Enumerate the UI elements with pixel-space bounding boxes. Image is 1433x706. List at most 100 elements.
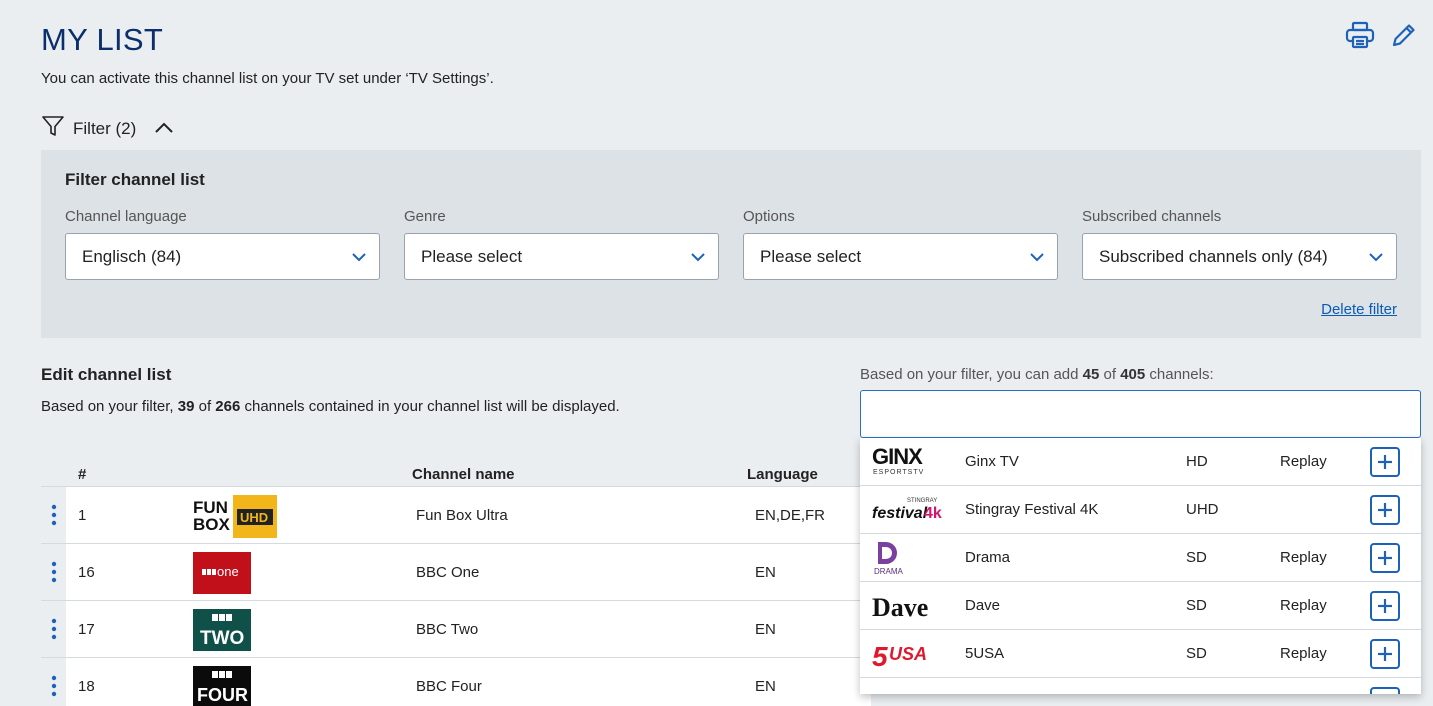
drag-handle-icon[interactable] xyxy=(41,487,66,543)
svg-text:5: 5 xyxy=(872,641,888,672)
channel-replay: Replay xyxy=(1280,453,1327,470)
total-count: 266 xyxy=(215,398,241,415)
svg-text:4k: 4k xyxy=(924,505,942,522)
filter-toggle[interactable]: Filter (2) xyxy=(41,114,174,143)
add-channel-button[interactable] xyxy=(1370,495,1400,525)
chevron-up-icon xyxy=(154,120,174,138)
channel-quality: SD xyxy=(1186,549,1207,566)
svg-text:one: one xyxy=(217,564,239,579)
channel-quality: UHD xyxy=(1186,501,1219,518)
select-value: Please select xyxy=(421,246,523,266)
list-item[interactable]: Dave Dave SD Replay xyxy=(860,582,1421,630)
delete-filter-link[interactable]: Delete filter xyxy=(1321,301,1397,318)
subscribed-channels-filter: Subscribed channels Subscribed channels … xyxy=(1082,208,1397,280)
channel-replay: Replay xyxy=(1280,549,1327,566)
table-row[interactable]: 18 FOUR BBC Four EN xyxy=(41,657,871,706)
list-item-partial[interactable] xyxy=(860,678,1421,694)
list-item[interactable]: GINX ESPORTSTV Ginx TV HD Replay xyxy=(860,438,1421,486)
top-actions xyxy=(1345,20,1419,50)
select-value: Please select xyxy=(760,246,862,266)
drag-handle-icon[interactable] xyxy=(41,601,66,657)
channel-language: EN xyxy=(755,678,776,695)
edit-channel-list-desc: Based on your filter, 39 of 266 channels… xyxy=(41,398,620,415)
chevron-down-icon xyxy=(690,247,706,267)
chevron-down-icon xyxy=(1029,247,1045,267)
add-channel-dropdown: GINX ESPORTSTV Ginx TV HD Replay STINGRA… xyxy=(860,438,1421,694)
channel-quality: SD xyxy=(1186,645,1207,662)
svg-text:festival: festival xyxy=(872,505,928,522)
channel-name: BBC One xyxy=(416,564,480,581)
available-count: 45 xyxy=(1082,366,1100,383)
bbc-two-logo: TWO xyxy=(193,609,279,653)
channel-name: Dave xyxy=(965,597,1001,614)
list-item[interactable]: DRAMA Drama SD Replay xyxy=(860,534,1421,582)
svg-text:ESPORTSTV: ESPORTSTV xyxy=(873,469,924,476)
available-total: 405 xyxy=(1120,366,1146,383)
svg-text:STINGRAY: STINGRAY xyxy=(907,498,937,504)
channel-language: EN xyxy=(755,564,776,581)
add-channel-button[interactable] xyxy=(1370,639,1400,669)
table-row[interactable]: 17 TWO BBC Two EN xyxy=(41,600,871,657)
chevron-down-icon xyxy=(351,247,367,267)
stingray-logo: STINGRAY festival 4k xyxy=(872,492,944,528)
svg-text:TWO: TWO xyxy=(200,628,244,649)
options-select[interactable]: Please select xyxy=(743,233,1058,280)
edit-pencil-icon[interactable] xyxy=(1389,20,1419,50)
page-title: MY LIST xyxy=(41,22,164,57)
drag-handle-icon[interactable] xyxy=(41,544,66,600)
column-header-num: # xyxy=(78,466,87,483)
channel-language: EN xyxy=(755,621,776,638)
filter-panel: Filter channel list Channel language Eng… xyxy=(41,150,1421,338)
filter-panel-title: Filter channel list xyxy=(65,170,205,189)
drag-handle-icon[interactable] xyxy=(41,658,66,706)
bbc-four-logo: FOUR xyxy=(193,666,279,706)
subscribed-channels-select[interactable]: Subscribed channels only (84) xyxy=(1082,233,1397,280)
channel-replay: Replay xyxy=(1280,645,1327,662)
svg-text:UHD: UHD xyxy=(240,510,268,525)
channel-quality: SD xyxy=(1186,597,1207,614)
options-filter: Options Please select xyxy=(743,208,1058,280)
edit-channel-list-title: Edit channel list xyxy=(41,365,172,384)
channel-language-filter: Channel language Englisch (84) xyxy=(65,208,380,280)
add-channel-button[interactable] xyxy=(1370,543,1400,573)
channel-list: 1 FUN BOX UHD Fun Box Ultra EN,DE,FR 16 … xyxy=(41,486,871,706)
list-item[interactable]: 5 USA 5USA SD Replay xyxy=(860,630,1421,678)
filter-label: Channel language xyxy=(65,208,187,225)
print-icon[interactable] xyxy=(1345,20,1375,50)
bbc-one-logo: one xyxy=(193,552,279,596)
channel-search-input[interactable] xyxy=(860,390,1421,438)
svg-text:Dave: Dave xyxy=(872,593,928,622)
add-channel-button[interactable] xyxy=(1370,591,1400,621)
filter-label: Genre xyxy=(404,208,446,225)
channel-name: Ginx TV xyxy=(965,453,1019,470)
channel-language: EN,DE,FR xyxy=(755,507,826,524)
shown-count: 39 xyxy=(177,398,195,415)
channel-number: 16 xyxy=(78,564,95,581)
table-row[interactable]: 16 one BBC One EN xyxy=(41,543,871,600)
genre-filter: Genre Please select xyxy=(404,208,719,280)
svg-text:BOX: BOX xyxy=(193,515,231,534)
add-channel-button[interactable] xyxy=(1370,687,1400,694)
channel-name: 5USA xyxy=(965,645,1005,662)
5usa-logo: 5 USA xyxy=(872,636,944,672)
filter-label: Options xyxy=(743,208,795,225)
channel-quality: HD xyxy=(1186,453,1208,470)
drama-logo: DRAMA xyxy=(872,540,944,576)
svg-text:FOUR: FOUR xyxy=(197,685,248,705)
list-item[interactable]: STINGRAY festival 4k Stingray Festival 4… xyxy=(860,486,1421,534)
channel-number: 17 xyxy=(78,621,95,638)
svg-text:USA: USA xyxy=(889,644,927,664)
channel-name: Stingray Festival 4K xyxy=(965,501,1099,518)
add-channel-button[interactable] xyxy=(1370,447,1400,477)
genre-select[interactable]: Please select xyxy=(404,233,719,280)
channel-name: BBC Four xyxy=(416,678,482,695)
channel-language-select[interactable]: Englisch (84) xyxy=(65,233,380,280)
chevron-down-icon xyxy=(1368,247,1384,267)
channel-number: 18 xyxy=(78,678,95,695)
table-row[interactable]: 1 FUN BOX UHD Fun Box Ultra EN,DE,FR xyxy=(41,486,871,543)
filter-toggle-label: Filter (2) xyxy=(73,118,137,138)
channel-name: Drama xyxy=(965,549,1011,566)
column-header-channel-name: Channel name xyxy=(412,466,515,483)
add-channels-desc: Based on your filter, you can add 45 of … xyxy=(860,366,1214,383)
dave-logo: Dave xyxy=(872,588,944,624)
